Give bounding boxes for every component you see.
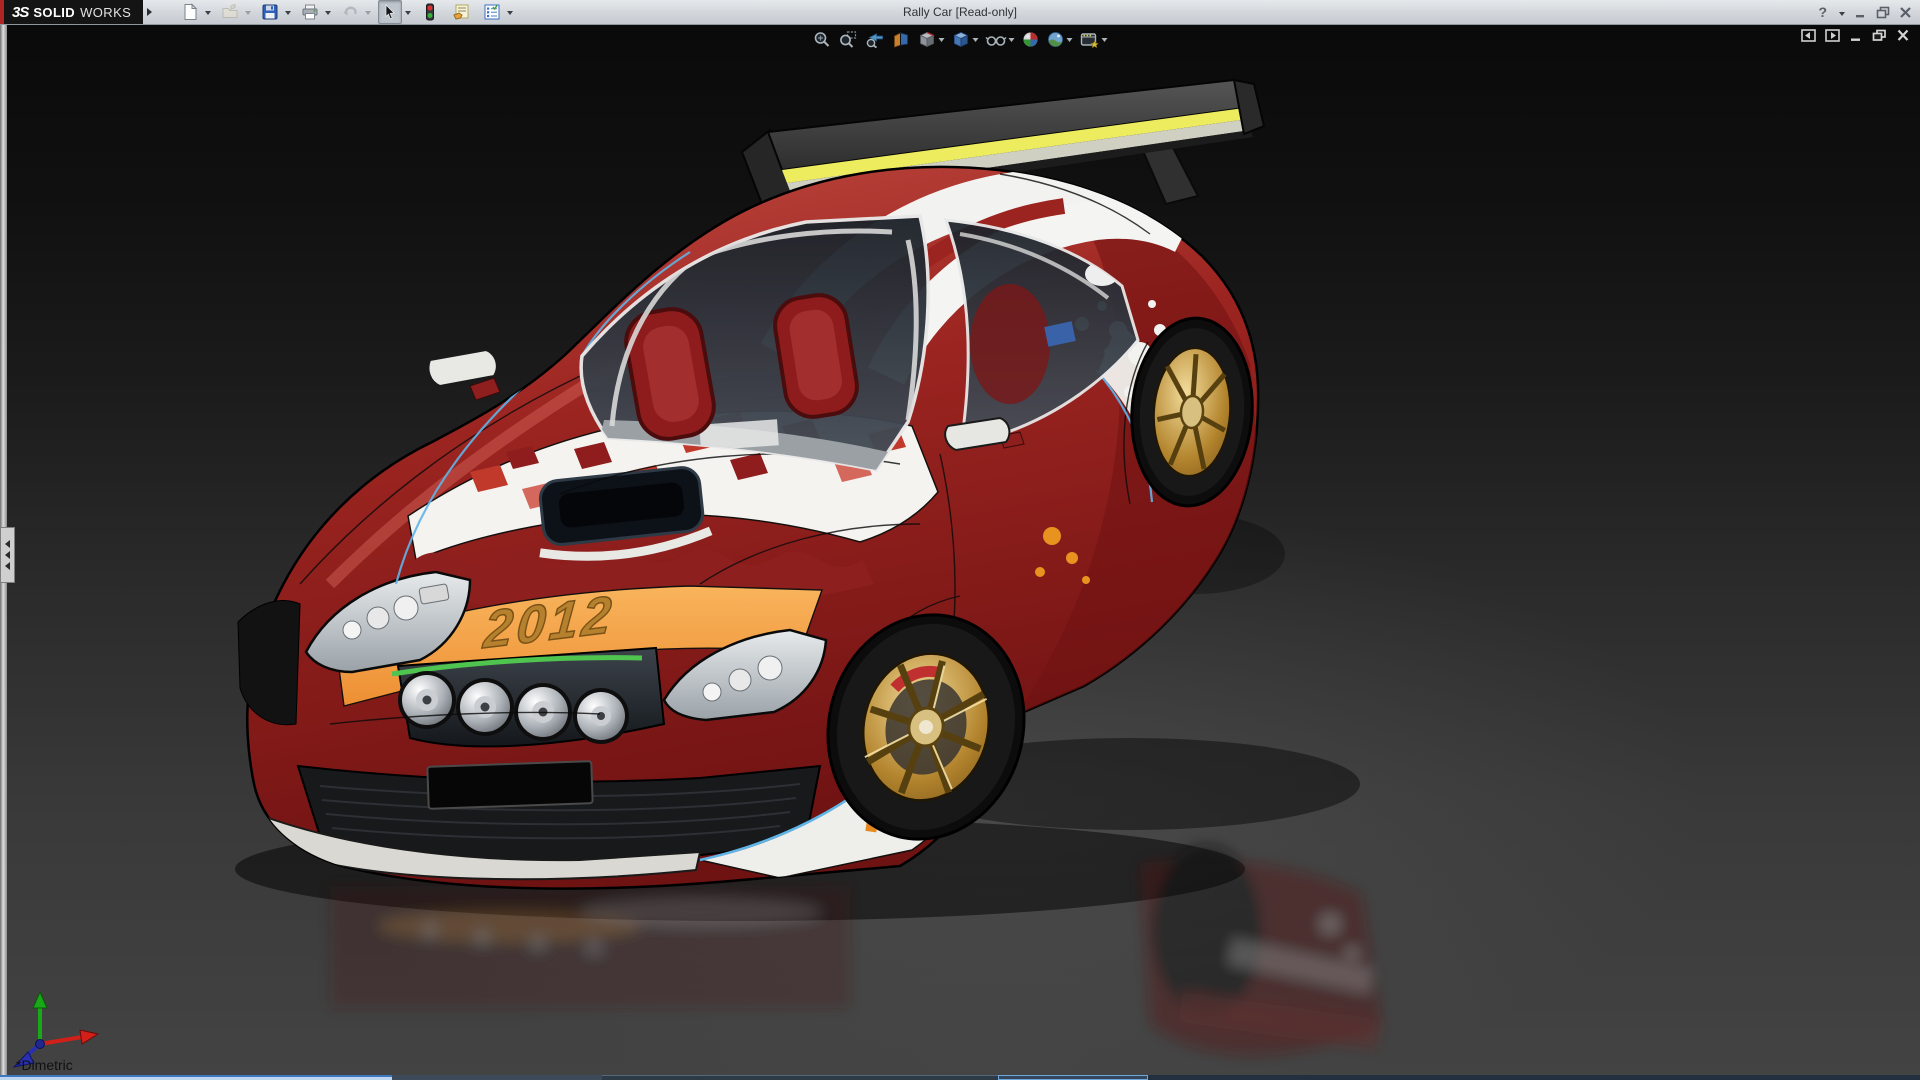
help-button[interactable]: ? [1818,4,1827,20]
app-window-controls: ? [1818,0,1912,24]
open-button[interactable] [218,0,242,24]
hide-show-items-icon [985,35,1007,46]
doc-minimize-icon [1851,38,1860,41]
new-dropdown-arrow-icon[interactable] [205,11,212,15]
options-button[interactable] [480,0,504,24]
edit-appearance-icon [1023,32,1038,46]
pane-left-icon [1801,29,1816,42]
minimize-button[interactable] [1854,6,1867,19]
collapse-right-pane-button[interactable] [1825,29,1840,42]
expand-arrow-icon [5,562,10,570]
section-view-icon [894,31,908,48]
open-dropdown-arrow-icon[interactable] [245,11,252,15]
collapse-left-pane-button[interactable] [1801,29,1816,42]
taskbar-button-sliver[interactable] [602,1075,998,1080]
edit-appearance-button[interactable] [1020,28,1042,50]
zoom-to-area-button[interactable] [837,28,860,50]
taskbar-edge [0,1075,1920,1080]
title-bar: 3S SOLID WORKS Rally Car [Read-only] ? [0,0,1920,25]
taskbar-button-sliver[interactable] [0,1075,392,1080]
view-orientation-button[interactable] [916,28,947,50]
save-button[interactable] [258,0,282,24]
doc-close-button[interactable] [1896,29,1910,42]
expand-arrow-icon [5,540,10,548]
3ds-logo-mark: 3S [12,3,29,21]
save-icon [262,4,278,20]
license-plate [426,760,594,810]
close-icon [1900,6,1911,18]
view-orientation-label: *Dimetric [16,1057,73,1073]
undo-dropdown-arrow-icon[interactable] [365,11,372,15]
display-style-dropdown-icon[interactable] [972,38,979,42]
doc-close-icon [1897,29,1909,41]
doc-restore-icon [1872,29,1886,41]
file-properties-icon [453,4,469,20]
view-orientation-icon [919,31,935,47]
rebuild-traffic-light-icon [426,3,435,21]
save-dropdown-arrow-icon[interactable] [285,11,292,15]
hide-show-items-dropdown-icon[interactable] [1008,38,1015,42]
previous-view-button[interactable] [863,28,887,50]
select-dropdown-arrow-icon[interactable] [405,11,412,15]
options-dropdown-arrow-icon[interactable] [507,11,514,15]
menu-flyout-arrow-icon[interactable] [147,8,153,16]
taskbar-button-sliver[interactable] [998,1075,1148,1080]
apply-scene-icon [1048,31,1063,47]
car-model-render[interactable]: 2012 [0,24,1920,1075]
graphics-area[interactable]: 2012 *Dimetric [0,24,1920,1075]
print-button[interactable] [298,0,322,24]
windshield[interactable] [579,214,930,472]
section-view-button[interactable] [890,28,913,50]
logo-text-works: WORKS [80,4,132,20]
view-settings-icon [1080,32,1099,48]
view-settings-button[interactable] [1078,28,1110,50]
select-tool-button[interactable] [378,0,403,24]
open-icon [222,3,238,18]
close-button[interactable] [1899,6,1912,19]
new-document-icon [184,3,198,20]
previous-view-icon [866,32,883,48]
options-icon [484,4,500,20]
zoom-to-fit-icon [814,31,830,47]
featuremanager-expand-tab[interactable] [0,527,15,583]
heads-up-view-toolbar [811,28,1110,50]
doc-restore-button[interactable] [1872,29,1887,42]
apply-scene-button[interactable] [1045,28,1075,50]
print-icon [302,4,318,20]
taskbar-button-sliver[interactable] [392,1075,602,1080]
hide-show-items-button[interactable] [984,28,1017,50]
new-document-button[interactable] [178,0,202,24]
print-dropdown-arrow-icon[interactable] [325,11,332,15]
display-style-icon [953,31,969,47]
left-mirror[interactable] [427,348,501,401]
solidworks-logo: 3S SOLID WORKS [0,0,144,24]
expand-arrow-icon [5,551,10,559]
rebuild-button[interactable] [418,0,442,24]
view-settings-dropdown-icon[interactable] [1101,38,1108,42]
file-properties-button[interactable] [449,0,473,24]
restore-button[interactable] [1876,6,1890,19]
display-style-button[interactable] [950,28,981,50]
help-dropdown-arrow-icon[interactable] [1839,12,1845,16]
doc-minimize-button[interactable] [1849,29,1863,42]
undo-icon [343,6,357,16]
restore-icon [1876,6,1890,18]
minimize-icon [1856,14,1864,17]
apply-scene-dropdown-icon[interactable] [1066,38,1073,42]
front-grille[interactable] [391,646,666,748]
pane-right-icon [1825,29,1840,42]
view-orientation-dropdown-icon[interactable] [938,38,945,42]
logo-text-solid: SOLID [33,4,76,20]
select-cursor-icon [385,4,395,20]
zoom-to-area-icon [840,30,857,48]
document-window-controls [1801,29,1910,42]
undo-button[interactable] [338,0,362,24]
zoom-to-fit-button[interactable] [811,28,834,50]
standard-toolbar [178,0,520,24]
